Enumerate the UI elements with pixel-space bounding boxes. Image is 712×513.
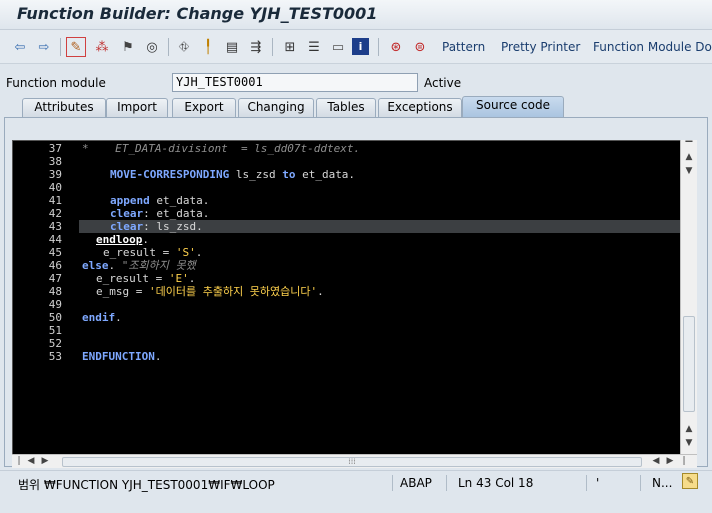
line-number: 45 [48,246,62,259]
line-number: 39 [48,168,62,181]
code-line: * ET_DATA-divisiont = ls_dd07t-ddtext. [82,142,360,155]
scroll-right-icon[interactable]: ▶ [663,455,677,468]
other-object-icon[interactable]: ⁂ [92,37,112,57]
code-line: ENDFUNCTION. [82,350,162,363]
line-number-gutter: 37 38 39 40 41 42 43 44 45 46 47 48 49 5… [13,141,75,454]
line-number: 37 [48,142,62,155]
function-module-status: Active [424,76,462,90]
session-breakpoint-icon[interactable]: ⊜ [410,37,430,57]
function-module-documentation-button[interactable]: Function Module Docu [593,40,712,54]
module-icon[interactable]: ⊞ [280,37,300,57]
tab-attributes[interactable]: Attributes [22,98,106,117]
status-separator [586,475,587,491]
check-icon[interactable]: ◎ [142,37,162,57]
display-object-list-icon[interactable]: ⇶ [246,37,266,57]
scroll-up-icon[interactable]: ▲ [681,422,697,436]
info-icon[interactable]: i [352,38,369,55]
line-number: 48 [48,285,62,298]
pattern-button[interactable]: Pattern [442,40,485,54]
where-used-icon[interactable]: ╿ [198,37,218,57]
window-title: Function Builder: Change YJH_TEST0001 [17,4,378,23]
line-number: 43 [48,220,62,233]
scroll-right-icon[interactable]: ▶ [38,455,52,468]
toolbar-separator [272,38,273,56]
tab-changing[interactable]: Changing [238,98,314,117]
line-number: 52 [48,337,62,350]
navigation-window-icon[interactable]: ▤ [222,37,242,57]
toolbar-separator [378,38,379,56]
bottom-frame [0,494,712,513]
scope-indicator: 범위 ₩FUNCTION YJH_TEST0001₩IF₩LOOP [18,478,275,492]
line-number: 47 [48,272,62,285]
line-number: 38 [48,155,62,168]
activate-icon[interactable]: ⚑ [118,37,138,57]
comment: * ET_DATA-divisiont = ls_dd07t-ddtext. [82,142,361,155]
source-code-editor[interactable]: 37 38 39 40 41 42 43 44 45 46 47 48 49 5… [12,140,697,455]
line-number: 50 [48,311,62,324]
language-indicator: ABAP [400,476,432,490]
line-number: 53 [48,350,62,363]
code-line: else. "조회하지 못했 [82,259,196,272]
function-module-row: Function module YJH_TEST0001 Active [0,66,712,96]
code-line: MOVE-CORRESPONDING ls_zsd to et_data. [110,168,356,181]
scroll-up-icon[interactable]: ▲ [681,150,697,164]
enhance-icon[interactable]: ☰ [304,37,324,57]
line-number: 46 [48,259,62,272]
code-line: append et_data. [110,194,210,207]
status-separator [446,475,447,491]
horizontal-scrollbar[interactable]: | ◀ ▶ ⁞⁞⁞ ◀ ▶ | [12,454,697,468]
toolbar-separator [60,38,61,56]
scroll-left-icon[interactable]: ◀ [24,455,38,468]
status-mark: ' [596,476,600,490]
notepad-icon[interactable]: ✎ [682,473,698,489]
horizontal-scroll-thumb[interactable]: ⁞⁞⁞ [62,457,642,467]
vertical-scroll-thumb[interactable] [683,316,695,412]
scroll-right-end-icon[interactable]: | [677,455,691,468]
line-number: 49 [48,298,62,311]
tab-exceptions[interactable]: Exceptions [378,98,462,117]
tab-source-code[interactable]: Source code [462,96,564,117]
line-number: 41 [48,194,62,207]
insert-mode-indicator: N... [652,476,673,490]
code-line: clear: et_data. [110,207,210,220]
back-arrow-icon[interactable]: ⇦ [10,37,30,57]
title-bar: Function Builder: Change YJH_TEST0001 [0,0,712,30]
tab-strip: Attributes Import Export Changing Tables… [0,96,712,117]
scroll-left-icon[interactable]: ◀ [649,455,663,468]
status-separator [392,475,393,491]
forward-arrow-icon[interactable]: ⇨ [34,37,54,57]
code-line: e_result = 'S'. [103,246,203,259]
code-line: e_msg = '데이터를 추출하지 못하였습니다'. [96,285,324,298]
tab-tables[interactable]: Tables [316,98,376,117]
status-separator [640,475,641,491]
code-line: endif. [82,311,122,324]
vertical-scrollbar[interactable]: ▔ ▲ ▼ ▲ ▼ [680,140,697,455]
line-number: 40 [48,181,62,194]
line-number: 42 [48,207,62,220]
scroll-down-icon[interactable]: ▼ [681,164,697,178]
application-toolbar: ⇦ ⇨ ✎ ⁂ ⚑ ◎ ⛗ ╿ ▤ ⇶ ⊞ ☰ ▭ i ⊛ ⊜ Pattern … [0,30,712,64]
editor-status-bar: 범위 ₩FUNCTION YJH_TEST0001₩IF₩LOOP ABAP L… [0,470,712,494]
breakpoint-icon[interactable]: ⊛ [386,37,406,57]
cursor-position: Ln 43 Col 18 [458,476,534,490]
pretty-printer-button[interactable]: Pretty Printer [501,40,580,54]
code-line-current: clear: ls_zsd. [110,220,203,233]
line-number: 51 [48,324,62,337]
function-module-label: Function module [6,76,106,90]
toolbar-separator [168,38,169,56]
function-module-field[interactable]: YJH_TEST0001 [172,73,418,92]
tab-export[interactable]: Export [172,98,236,117]
tab-import[interactable]: Import [106,98,168,117]
test-icon[interactable]: ⛗ [174,37,194,57]
code-line: e_result = 'E'. [96,272,196,285]
frame-icon[interactable]: ▭ [328,37,348,57]
scroll-down-icon[interactable]: ▼ [681,436,697,450]
line-number: 44 [48,233,62,246]
toggle-display-change-icon[interactable]: ✎ [66,37,86,57]
code-line: endloop. [96,233,149,246]
